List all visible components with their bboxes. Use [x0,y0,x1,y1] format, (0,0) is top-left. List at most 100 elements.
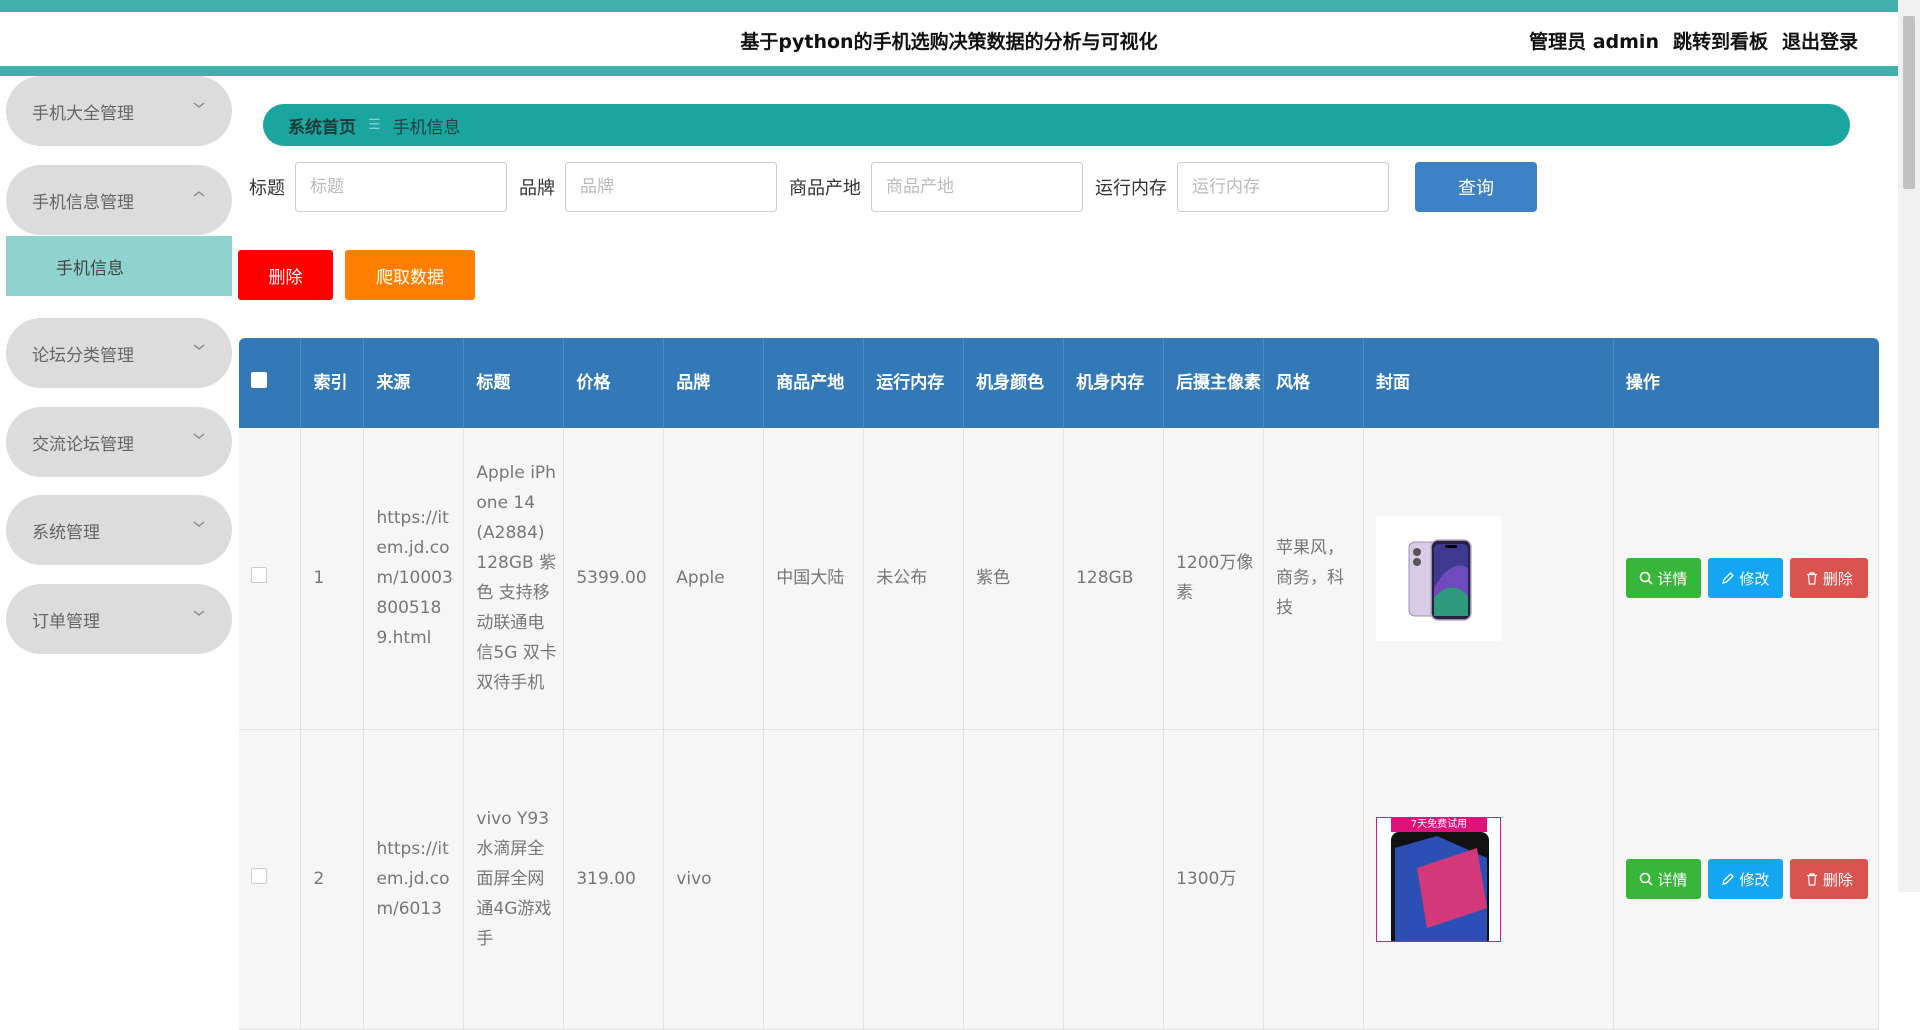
ram-label: 运行内存 [1095,178,1167,199]
cover-image: 7天免费试用 [1375,816,1501,942]
cell-camera: 1200万像素 [1163,428,1265,730]
logout-link[interactable]: 退出登录 [1782,27,1858,54]
edit-button[interactable]: 修改 [1707,859,1783,899]
title-label: 标题 [249,178,285,199]
top-bar: 基于python的手机选购决策数据的分析与可视化 管理员 admin 跳转到看板… [0,0,1898,76]
breadcrumb-separator-icon: ☰ [368,117,381,133]
column-header: 标题 [463,338,565,428]
sidebar-item-label: 系统管理 [32,522,100,543]
delete-button[interactable]: 删除 [238,250,333,300]
table-row: 2 https://item.jd.com/6013 vivo Y93 水滴屏全… [239,729,1880,1030]
title-input[interactable] [295,162,507,212]
row-delete-label: 删除 [1822,871,1853,889]
cell-ram [863,729,965,1030]
pencil-icon [1722,572,1735,585]
edit-button[interactable]: 修改 [1707,558,1783,599]
cell-origin [763,729,865,1030]
sidebar-item-system[interactable]: 系统管理 [6,495,232,565]
column-header: 运行内存 [863,338,965,428]
row-checkbox[interactable] [251,868,267,884]
sidebar-item-forum-category[interactable]: 论坛分类管理 [6,318,232,388]
cell-ops: 详情 修改 删除 [1613,729,1880,1030]
sidebar: 手机大全管理 手机信息管理 手机信息 论坛分类管理 交流论坛管理 系统管理 订单… [0,76,236,892]
search-bar: 标题 品牌 商品产地 运行内存 查询 [249,162,1537,212]
column-header: 价格 [563,338,665,428]
cell-color: 紫色 [963,428,1065,730]
column-header: 商品产地 [763,338,865,428]
main-content: 系统首页 ☰ 手机信息 标题 品牌 商品产地 运行内存 查询 删除 爬取数据 索… [238,76,1898,1030]
detail-button[interactable]: 详情 [1625,558,1701,599]
chevron-down-icon [193,344,205,350]
column-header: 封面 [1363,338,1614,428]
cell-source: https://item.jd.com/100038005189.html [363,428,465,730]
cell-price: 319.00 [563,729,665,1030]
cell-camera: 1300万 [1163,729,1265,1030]
sidebar-item-label: 手机大全管理 [32,103,134,124]
ram-input[interactable] [1177,162,1389,212]
scrollbar-thumb[interactable] [1903,16,1915,189]
edit-label: 修改 [1739,570,1770,588]
search-icon [1640,872,1653,886]
select-all-header [239,338,302,428]
origin-label: 商品产地 [789,178,861,199]
cell-storage: 128GB [1063,428,1165,730]
cell-color [963,729,1065,1030]
row-checkbox[interactable] [251,567,267,584]
cell-style: 苹果风，商务，科技 [1263,428,1364,730]
sidebar-subitem-phone-info[interactable]: 手机信息 [6,236,232,296]
brand-label: 品牌 [519,178,555,199]
chevron-down-icon [193,521,205,527]
chevron-down-icon [193,433,205,439]
detail-label: 详情 [1657,871,1688,889]
column-header: 风格 [1263,338,1364,428]
column-header: 来源 [363,338,465,428]
cell-index: 2 [300,729,365,1030]
sidebar-item-phone-catalog[interactable]: 手机大全管理 [6,76,232,146]
sidebar-item-label: 交流论坛管理 [32,434,134,455]
top-stripe [0,0,1898,12]
table-header-row: 索引 来源 标题 价格 品牌 商品产地 运行内存 机身颜色 机身内存 后摄主像素… [239,338,1879,428]
breadcrumb-current: 手机信息 [392,117,461,138]
pencil-icon [1722,873,1735,885]
column-header: 机身颜色 [963,338,1065,428]
cell-source: https://item.jd.com/6013 [363,729,465,1030]
crawl-data-button[interactable]: 爬取数据 [345,250,475,300]
sidebar-item-label: 订单管理 [32,611,100,632]
select-all-checkbox[interactable] [251,372,267,388]
breadcrumb: 系统首页 ☰ 手机信息 [263,104,1850,146]
user-label: 管理员 admin [1529,31,1659,53]
chevron-down-icon [193,102,205,108]
sidebar-item-label: 手机信息管理 [32,192,134,213]
table-row: 1 https://item.jd.com/100038005189.html … [239,428,1880,730]
sidebar-item-forum[interactable]: 交流论坛管理 [6,407,232,477]
row-delete-button[interactable]: 删除 [1789,558,1868,599]
origin-input[interactable] [871,162,1083,212]
row-delete-label: 删除 [1822,570,1853,588]
cell-title: vivo Y93 水滴屏全面屏全网通4G游戏手 [463,729,565,1030]
phone-image-icon [1408,539,1472,621]
cell-price: 5399.00 [563,428,665,730]
row-actions: 详情 修改 删除 [1625,859,1872,899]
cell-cover [1363,428,1614,730]
breadcrumb-home[interactable]: 系统首页 [288,113,356,138]
brand-input[interactable] [565,162,777,212]
column-header: 操作 [1613,338,1879,428]
cell-style [1263,729,1364,1030]
column-header: 品牌 [663,338,765,428]
query-button[interactable]: 查询 [1415,162,1537,212]
detail-button[interactable]: 详情 [1625,859,1701,899]
cell-ops: 详情 修改 删除 [1613,428,1880,730]
column-header: 索引 [300,338,365,428]
cover-image [1375,515,1501,641]
column-header: 机身内存 [1063,338,1165,428]
cell-brand: vivo [663,729,765,1030]
sidebar-item-orders[interactable]: 订单管理 [6,584,232,654]
cell-brand: Apple [663,428,765,730]
sidebar-item-label: 论坛分类管理 [32,345,134,366]
sidebar-item-phone-info[interactable]: 手机信息管理 [6,165,232,235]
cell-title: Apple iPhone 14 (A2884) 128GB 紫色 支持移动联通电… [463,428,565,730]
top-right-links: 管理员 admin 跳转到看板 退出登录 [1529,27,1858,54]
row-delete-button[interactable]: 删除 [1789,859,1868,899]
page-scrollbar[interactable] [1898,0,1920,892]
dashboard-link[interactable]: 跳转到看板 [1673,27,1768,54]
